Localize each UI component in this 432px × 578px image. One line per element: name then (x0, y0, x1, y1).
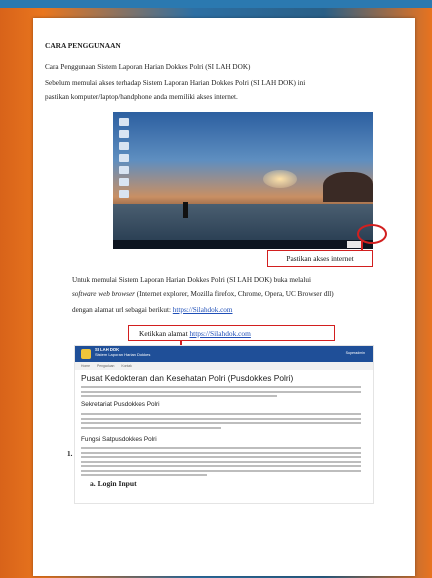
person-silhouette (183, 202, 188, 218)
window-top-bar (0, 0, 432, 8)
site-section-heading-1: Sekretariat Pusdokkes Polri (81, 401, 160, 408)
desktop-icons (119, 118, 131, 202)
url-intro: dengan alamat url sebagai berikut: (72, 306, 173, 314)
site-text-block (81, 413, 361, 431)
browser-list: (Internet explorer, Mozilla firefox, Chr… (134, 290, 334, 298)
intro-line-2: Sebelum memulai akses terhadap Sistem La… (45, 79, 306, 87)
body-line-3: dengan alamat url sebagai berikut: https… (72, 306, 233, 315)
internet-callout: Pastikan akses internet (267, 250, 373, 267)
site-logo-icon (81, 349, 91, 359)
site-nav-home: Home (81, 364, 91, 368)
sub-heading-login-input: a. Login Input (90, 479, 137, 488)
site-title: Pusat Kedokteran dan Kesehatan Polri (Pu… (81, 373, 294, 383)
url-link[interactable]: https://Silahdok.com (173, 306, 233, 314)
intro-line-3: pastikan komputer/laptop/handphone anda … (45, 93, 238, 101)
site-nav-pengaduan: Pengaduan (97, 364, 115, 368)
body-line-1: Untuk memulai Sistem Laporan Harian Dokk… (72, 276, 311, 284)
taskbar (113, 240, 373, 249)
site-brand: SI LAH DOK Sistem Laporan Harian Dokkes (95, 347, 150, 357)
body-line-2: software web browser (Internet explorer,… (72, 290, 334, 299)
url-callout-label: Ketikkan alamat (139, 329, 190, 338)
site-text-block (81, 386, 361, 400)
site-brand-sub: Sistem Laporan Harian Dokkes (95, 352, 151, 357)
url-callout: Ketikkan alamat https://Silahdok.com (128, 325, 335, 341)
site-section-heading-2: Fungsi Satpusdokkes Polri (81, 436, 157, 443)
site-nav: Home Pengaduan Kontak (75, 362, 373, 370)
sunset-glow (263, 170, 297, 188)
site-user: Superadmin (345, 351, 365, 355)
section-heading: CARA PENGGUNAAN (45, 41, 121, 50)
intro-line-1: Cara Penggunaan Sistem Laporan Harian Do… (45, 63, 251, 71)
rock-formation (323, 172, 373, 202)
url-callout-link[interactable]: https://Silahdok.com (189, 329, 250, 338)
callout-arrow (361, 240, 363, 250)
desktop-screenshot (113, 112, 373, 249)
list-number: 1. (67, 450, 73, 458)
browser-term: software web browser (72, 290, 135, 298)
site-nav-kontak: Kontak (121, 364, 132, 368)
site-text-block (81, 447, 361, 479)
site-header: SI LAH DOK Sistem Laporan Harian Dokkes … (75, 346, 373, 362)
